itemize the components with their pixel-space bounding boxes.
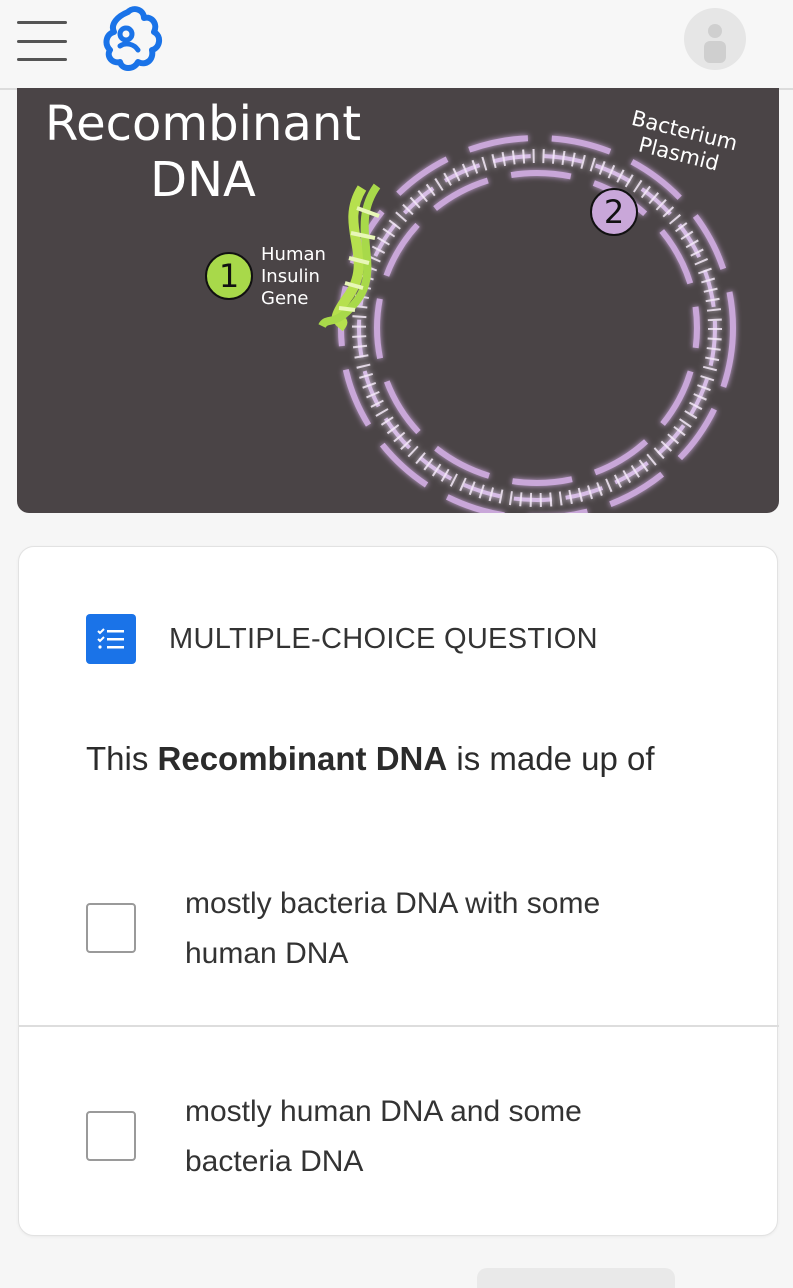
option-1-checkbox[interactable]	[86, 903, 136, 953]
option-2-checkbox[interactable]	[86, 1111, 136, 1161]
option-2-line1: mostly human DNA and some	[185, 1095, 582, 1128]
answer-option-1[interactable]: mostly bacteria DNA with some human DNA	[19, 843, 779, 1027]
badge-1: 1	[205, 252, 253, 300]
option-1-text[interactable]: mostly bacteria DNA with some human DNA	[185, 879, 655, 979]
question-type-label: MULTIPLE-CHOICE QUESTION	[169, 623, 598, 655]
hero-title-line2: DNA	[150, 152, 256, 208]
hero-title: Recombinant DNA	[43, 96, 363, 208]
brand-logo-icon[interactable]	[100, 4, 166, 76]
checklist-icon	[86, 614, 136, 664]
plasmid-ring	[338, 135, 736, 513]
question-text: This Recombinant DNA is made up of	[86, 740, 726, 778]
question-text-bold: Recombinant DNA	[157, 740, 448, 777]
gene-label-line2: Insulin	[261, 266, 320, 287]
badge-2: 2	[590, 188, 638, 236]
question-text-prefix: This	[86, 740, 158, 777]
recombinant-dna-illustration: Recombinant DNA 1 Human Insulin Gene 2 B…	[17, 88, 779, 513]
hamburger-menu-icon[interactable]	[17, 21, 67, 61]
bottom-action-tab[interactable]	[477, 1268, 675, 1288]
user-avatar-icon[interactable]	[684, 8, 746, 70]
top-app-bar	[0, 0, 793, 90]
option-1-line1: mostly bacteria DNA with some	[185, 887, 601, 920]
gene-label-line3: Gene	[261, 288, 309, 309]
option-1-line2: human DNA	[185, 937, 349, 970]
gene-label-line1: Human	[261, 244, 326, 265]
human-insulin-gene-label: Human Insulin Gene	[261, 244, 326, 310]
question-text-suffix: is made up of	[447, 740, 655, 777]
hero-title-line1: Recombinant	[44, 96, 362, 152]
question-card: MULTIPLE-CHOICE QUESTION This Recombinan…	[18, 546, 779, 1236]
option-2-line2: bacteria DNA	[185, 1145, 364, 1178]
answer-option-2[interactable]: mostly human DNA and some bacteria DNA	[19, 1029, 779, 1229]
option-2-text[interactable]: mostly human DNA and some bacteria DNA	[185, 1087, 655, 1187]
